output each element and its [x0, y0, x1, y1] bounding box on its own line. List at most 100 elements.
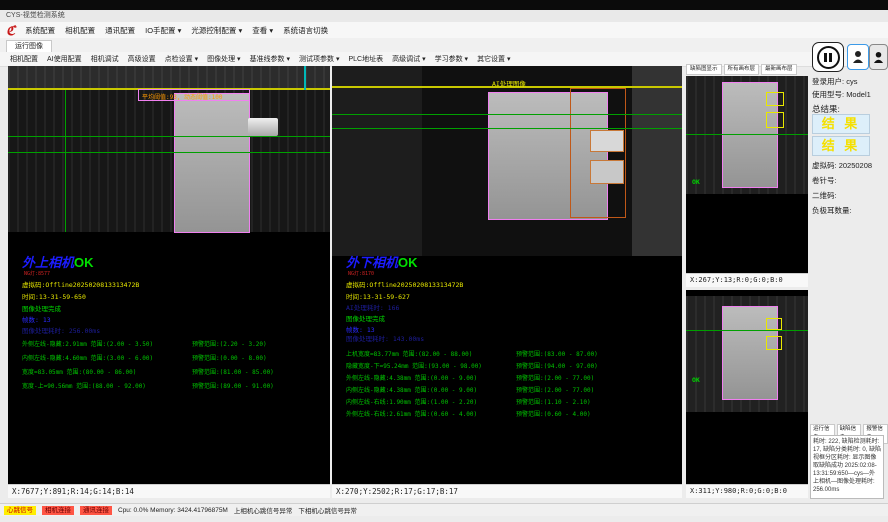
- app-logo-icon: ℭ: [6, 24, 15, 37]
- left-status-text: 图像处理完成: [22, 303, 61, 313]
- right-measure-warn: 预警范围:(0.60 - 4.00): [516, 409, 591, 418]
- left-part-region: [174, 93, 250, 233]
- result-display-2: 结 果: [812, 136, 870, 156]
- right-coords-bar: X:270;Y:2502;R:17;G:17;B:17: [332, 484, 682, 498]
- barcode-label: 虚拟码:: [812, 161, 837, 170]
- left-frame-text: 帧数: 13: [22, 314, 51, 324]
- menu-view[interactable]: 查看 ▾: [252, 25, 273, 36]
- left-photo-top: [8, 66, 330, 90]
- right-measure-warn: 预警范围:(1.10 - 2.10): [516, 397, 591, 406]
- preview1-roi-1: [766, 92, 784, 106]
- tool-image-processing[interactable]: 图像处理 ▾: [207, 54, 240, 64]
- preview-tab-strip: 缺陷图显示 所有画布层 最新画布层: [686, 64, 808, 75]
- left-cyan-line: [304, 66, 306, 90]
- right-result-ok: OK: [398, 255, 418, 270]
- right-proc-time-text: 图像处理耗时: 143.00ms: [346, 333, 424, 343]
- left-camera-title: 外上相机OK: [22, 252, 94, 271]
- preview1-roi-2: [766, 112, 784, 128]
- pause-button[interactable]: [812, 42, 844, 72]
- tool-learning-params[interactable]: 学习参数 ▾: [435, 54, 468, 64]
- cpu-memory-text: Cpu: 0.0% Memory: 3424.41796875M: [118, 507, 228, 514]
- menu-camera-config[interactable]: 相机配置: [65, 25, 95, 36]
- tool-camera-config[interactable]: 相机配置: [10, 54, 38, 64]
- preview-viewport-2[interactable]: OK: [686, 290, 808, 484]
- model-row: 使用型号: Model1: [812, 89, 871, 100]
- menu-system-config[interactable]: 系统配置: [25, 25, 55, 36]
- login-user-value: cys: [846, 77, 857, 86]
- tool-other-settings[interactable]: 其它设置 ▾: [477, 54, 510, 64]
- window-title: CYS-视觉检测系统: [0, 10, 888, 22]
- left-measure-warn: 预警范围:(89.00 - 91.00): [192, 381, 274, 390]
- preview-tab-latest-layer[interactable]: 最新画布层: [761, 64, 797, 75]
- left-coords-bar: X:7677;Y:891;R:14;G:14;B:14: [8, 484, 330, 498]
- left-measure-warn: 预警范围:(2.20 - 3.20): [192, 339, 267, 348]
- left-photo-main: [8, 90, 330, 232]
- tool-test-params[interactable]: 测试项参数 ▾: [299, 54, 339, 64]
- left-camera-viewport[interactable]: 平均阈值:93, 动态阈值:100 外上相机OK NG灯:8577 虚拟码:Of…: [8, 66, 330, 484]
- user-icon: [852, 50, 864, 64]
- needle-label: 卷针号:: [812, 175, 837, 186]
- right-measure-row: 外侧左线-隐藏:4.38mm 范围:(0.00 - 9.00) 预警范围:(2.…: [346, 373, 651, 382]
- user-login-button[interactable]: [847, 44, 869, 70]
- left-measure-row: 宽度=83.05mm 范围:(80.00 - 86.00) 预警范围:(81.0…: [22, 367, 327, 376]
- menu-comm-config[interactable]: 通讯配置: [105, 25, 135, 36]
- tool-ai-config[interactable]: AI使用配置: [47, 54, 82, 64]
- right-measure-row: 上机宽度=83.77mm 范围:(82.00 - 88.00) 预警范围:(83…: [346, 349, 651, 358]
- operator-button[interactable]: [869, 44, 888, 70]
- app-window: CYS-视觉检测系统 ℭ 系统配置 相机配置 通讯配置 IO手配置 ▾ 光源控制…: [0, 0, 888, 522]
- status-bar: 心跳信号 相机连接 通讯连接 Cpu: 0.0% Memory: 3424.41…: [0, 503, 888, 516]
- upper-camera-heartbeat-msg: 上相机心跳信号异常: [234, 505, 293, 515]
- right-measure-row: 内侧左线-右线:1.90mm 范围:(1.00 - 2.20) 预警范围:(1.…: [346, 397, 651, 406]
- tool-advanced-settings[interactable]: 高级设置: [128, 54, 156, 64]
- right-measure-warn: 预警范围:(2.00 - 77.00): [516, 373, 594, 382]
- right-measure-row: 外侧左线-右线:2.61mm 范围:(0.60 - 4.00) 预警范围:(0.…: [346, 409, 651, 418]
- left-proc-time-text: 图像处理耗时: 256.00ms: [22, 325, 100, 335]
- right-measure-warn: 预警范围:(94.00 - 97.00): [516, 361, 598, 370]
- right-measure-row: 隐藏宽度-下=95.24mm 范围:(93.00 - 98.00) 预警范围:(…: [346, 361, 651, 370]
- right-measure-value: 上机宽度=83.77mm 范围:(82.00 - 88.00): [346, 351, 472, 358]
- left-camera-name: 外上相机: [22, 255, 74, 270]
- preview2-result-text: OK: [692, 376, 700, 384]
- left-measure-value: 内侧左线-隐藏:4.60mm 范围:(3.00 - 6.00): [22, 355, 153, 362]
- right-measure-row: 内侧左线-隐藏:4.38mm 范围:(0.00 - 9.00) 预警范围:(2.…: [346, 385, 651, 394]
- right-measure-warn: 预警范围:(83.00 - 87.00): [516, 349, 598, 358]
- right-measure-value: 隐藏宽度-下=95.24mm 范围:(93.00 - 98.00): [346, 363, 482, 370]
- left-result-ok: OK: [74, 255, 94, 270]
- right-bright-spot-1: [590, 130, 624, 152]
- right-measure-warn: 预警范围:(2.00 - 77.00): [516, 385, 594, 394]
- left-annotation-box: 平均阈值:93, 动态阈值:100: [138, 89, 250, 101]
- tab-count-label: 负极耳数量:: [812, 205, 852, 216]
- run-log-text: 耗时: 222, 缺陷检测耗时: 17, 缺陷分类耗时: 0, 缺陷视框分区耗时…: [810, 435, 884, 499]
- preview1-green-line: [686, 134, 808, 135]
- tool-camera-debug[interactable]: 相机调试: [91, 54, 119, 64]
- tool-spot-check[interactable]: 点检设置 ▾: [165, 54, 198, 64]
- pause-icon: [817, 46, 840, 69]
- right-green-line-2: [332, 128, 682, 129]
- left-time-text: 时间:13-31-59-650: [22, 291, 86, 301]
- tool-advanced-debug[interactable]: 高级调试 ▾: [392, 54, 425, 64]
- left-measure-row: 内侧左线-隐藏:4.60mm 范围:(3.00 - 6.00) 预警范围:(0.…: [22, 353, 327, 362]
- comm-connect-badge: 通讯连接: [80, 506, 112, 515]
- preview2-roi-1: [766, 318, 782, 330]
- right-measure-value: 外侧左线-右线:2.61mm 范围:(0.60 - 4.00): [346, 411, 477, 418]
- left-measure-value: 外侧左线-隐藏:2.91mm 范围:(2.00 - 3.50): [22, 341, 153, 348]
- left-measure-value: 宽度-上=90.56mm 范围:(88.00 - 92.00): [22, 383, 146, 390]
- menu-bar: ℭ 系统配置 相机配置 通讯配置 IO手配置 ▾ 光源控制配置 ▾ 查看 ▾ 系…: [0, 22, 888, 39]
- tool-plc-address[interactable]: PLC地址表: [349, 54, 384, 64]
- login-user-row: 登录用户: cys: [812, 76, 857, 87]
- menu-io-config[interactable]: IO手配置 ▾: [145, 25, 181, 36]
- left-measure-warn: 预警范围:(81.00 - 85.00): [192, 367, 274, 376]
- control-panel: 登录用户: cys 使用型号: Model1 总结果: 结 果 结 果 虚拟码:…: [810, 42, 888, 504]
- tab-strip: 运行图像: [0, 38, 888, 53]
- preview-viewport-1[interactable]: OK: [686, 76, 808, 273]
- preview-tab-all-layers[interactable]: 所有画布层: [724, 64, 760, 75]
- right-camera-viewport[interactable]: AI处理图像 外下相机OK NG灯:8170 虚拟码:Offline202502…: [332, 66, 682, 484]
- menu-light-config[interactable]: 光源控制配置 ▾: [191, 25, 242, 36]
- heartbeat-status-badge: 心跳信号: [4, 506, 36, 515]
- menu-language-switch[interactable]: 系统语言切换: [283, 25, 328, 36]
- left-measure-row: 外侧左线-隐藏:2.91mm 范围:(2.00 - 3.50) 预警范围:(2.…: [22, 339, 327, 348]
- right-ng-text: NG灯:8170: [348, 270, 374, 277]
- left-measure-value: 宽度=83.05mm 范围:(80.00 - 86.00): [22, 369, 136, 376]
- tool-baseline-params[interactable]: 基准线参数 ▾: [250, 54, 290, 64]
- preview-tab-defect[interactable]: 缺陷图显示: [686, 64, 722, 75]
